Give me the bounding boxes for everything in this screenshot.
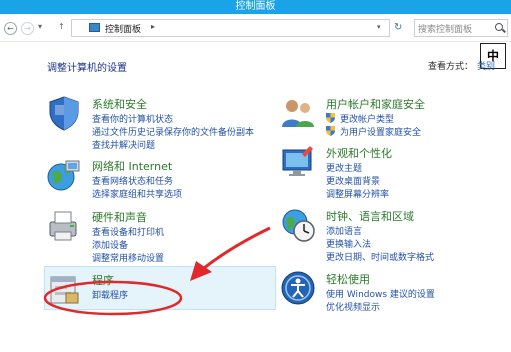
red-arrow-shaft [203, 226, 271, 270]
red-annotation-overlay [43, 226, 271, 316]
red-circle-annotation [43, 280, 183, 316]
